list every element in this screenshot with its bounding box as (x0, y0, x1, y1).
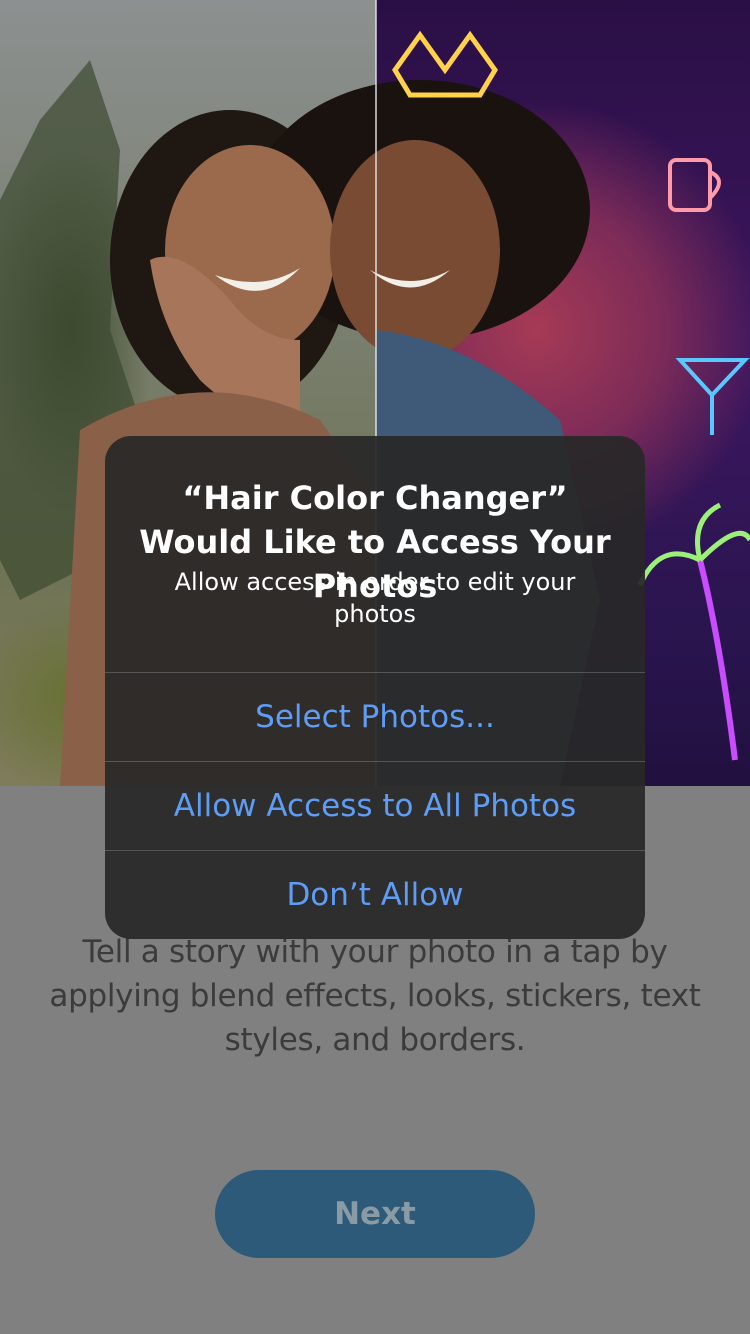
onboarding-screen: Tell a story with your photo in a tap by… (0, 0, 750, 1334)
dont-allow-button[interactable]: Don’t Allow (105, 850, 645, 939)
next-button[interactable]: Next (215, 1170, 535, 1258)
alert-header: “Hair Color Changer” Would Like to Acces… (105, 436, 645, 672)
photos-permission-alert: “Hair Color Changer” Would Like to Acces… (105, 436, 645, 939)
allow-all-photos-button[interactable]: Allow Access to All Photos (105, 761, 645, 850)
alert-message: Allow access in order to edit your photo… (174, 568, 576, 628)
onboarding-description: Tell a story with your photo in a tap by… (49, 934, 701, 1058)
select-photos-button[interactable]: Select Photos... (105, 672, 645, 761)
